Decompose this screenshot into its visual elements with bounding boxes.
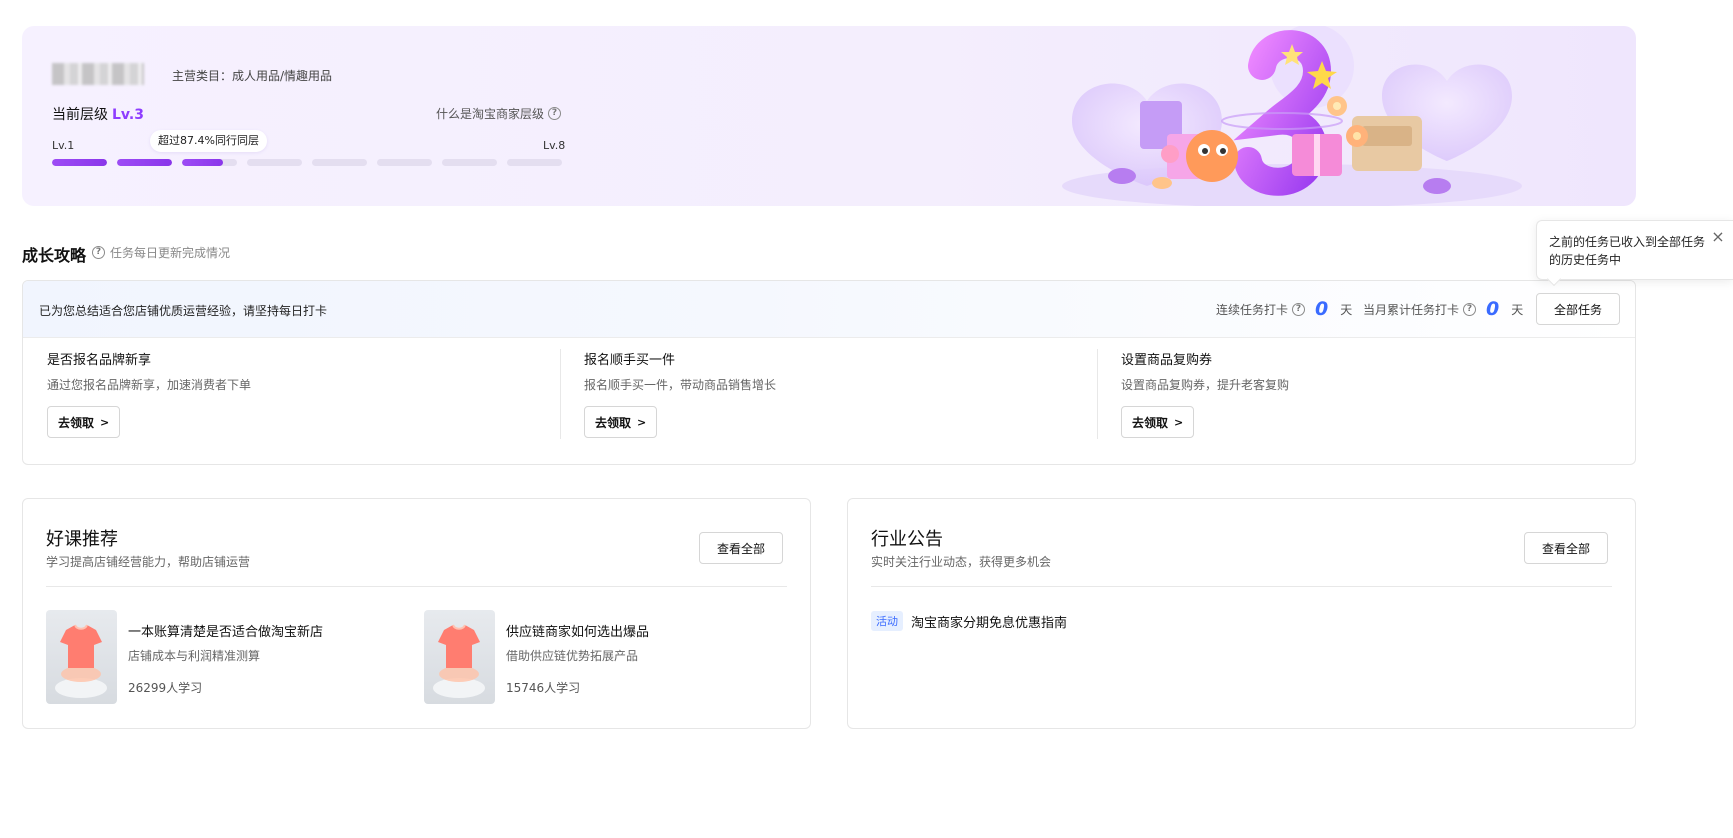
task-desc: 通过您报名品牌新享，加速消费者下单 <box>47 378 252 392</box>
question-icon[interactable]: ? <box>92 246 105 259</box>
task-item: 是否报名品牌新享 通过您报名品牌新享，加速消费者下单 去领取 > <box>47 349 547 438</box>
level-banner: 主营类目：成人用品/情趣用品 当前层级 Lv.3 什么是淘宝商家层级 ? Lv.1… <box>22 26 1636 206</box>
level-segment-7 <box>442 159 497 166</box>
claim-button[interactable]: 去领取 > <box>47 406 121 438</box>
course-info: 一本账算清楚是否适合做淘宝新店 店铺成本与利润精准测算 26299人学习 <box>128 610 388 705</box>
chevron-right-icon: > <box>637 415 647 429</box>
tshirt-icon <box>433 624 485 698</box>
task-card-header: 已为您总结适合您店铺优质运营经验，请坚持每日打卡 连续任务打卡 ? 0 天 当月… <box>23 281 1635 338</box>
course-thumbnail <box>46 610 117 704</box>
panel-subtitle: 学习提高店铺经营能力，帮助店铺运营 <box>46 555 251 569</box>
claim-label: 去领取 <box>58 415 95 430</box>
what-is-level-link[interactable]: 什么是淘宝商家层级 ? <box>436 105 562 122</box>
view-all-button[interactable]: 查看全部 <box>1524 532 1608 564</box>
level-segment-6 <box>377 159 432 166</box>
tshirt-icon <box>55 624 107 698</box>
popover-text: 之前的任务已收入到全部任务的历史任务中 <box>1549 235 1706 267</box>
task-intro-text: 已为您总结适合您店铺优质运营经验，请坚持每日打卡 <box>39 304 328 318</box>
course-item[interactable]: 一本账算清楚是否适合做淘宝新店 店铺成本与利润精准测算 26299人学习 <box>46 610 388 705</box>
level-max-label: Lv.8 <box>543 139 566 152</box>
level-segment-fill <box>117 159 172 166</box>
shop-name-redacted <box>52 63 144 85</box>
level-segment-8 <box>507 159 562 166</box>
question-icon[interactable]: ? <box>1463 302 1477 316</box>
task-title: 是否报名品牌新享 <box>47 353 152 368</box>
growth-title: 成长攻略 <box>22 246 87 265</box>
level-segment-2 <box>117 159 172 166</box>
streak-unit: 天 <box>1340 302 1353 317</box>
course-title: 供应链商家如何选出爆品 <box>506 625 650 640</box>
course-title: 一本账算清楚是否适合做淘宝新店 <box>128 625 324 640</box>
course-thumbnail <box>424 610 495 704</box>
level-segment-fill <box>52 159 107 166</box>
task-title: 报名顺手买一件 <box>584 353 676 368</box>
monthly-unit: 天 <box>1511 302 1524 317</box>
level-segment-1 <box>52 159 107 166</box>
learner-count: 15746人学习 <box>506 681 581 695</box>
streak-value: 0 <box>1315 298 1329 320</box>
monthly-value: 0 <box>1486 298 1500 320</box>
divider <box>871 586 1612 587</box>
level-progress-bar <box>52 159 562 166</box>
task-desc: 设置商品复购券，提升老客复购 <box>1121 378 1290 392</box>
level-segment-3 <box>182 159 237 166</box>
question-icon: ? <box>548 107 562 120</box>
what-is-level-text: 什么是淘宝商家层级 <box>436 107 545 121</box>
course-panel: 好课推荐 学习提高店铺经营能力，帮助店铺运营 查看全部 一本账算清楚是否适合做淘… <box>22 498 811 729</box>
divider <box>560 349 561 439</box>
current-level: 当前层级 Lv.3 <box>52 104 144 124</box>
claim-label: 去领取 <box>595 415 632 430</box>
main-category: 主营类目：成人用品/情趣用品 <box>172 69 333 83</box>
task-card: 已为您总结适合您店铺优质运营经验，请坚持每日打卡 连续任务打卡 ? 0 天 当月… <box>22 280 1636 465</box>
growth-hint: ? 任务每日更新完成情况 <box>92 244 230 261</box>
divider <box>46 586 787 587</box>
announcement-item[interactable]: 活动 淘宝商家分期免息优惠指南 <box>871 611 1067 631</box>
monthly-label: 当月累计任务打卡 <box>1363 302 1460 317</box>
panel-title: 行业公告 <box>871 529 943 550</box>
level-3-illustration <box>1062 26 1522 206</box>
claim-label: 去领取 <box>1132 415 1169 430</box>
claim-button[interactable]: 去领取 > <box>584 406 658 438</box>
task-title: 设置商品复购券 <box>1121 353 1213 368</box>
level-min-label: Lv.1 <box>52 139 75 152</box>
level-segment-5 <box>312 159 367 166</box>
question-icon[interactable]: ? <box>1292 302 1306 316</box>
announcement-tag: 活动 <box>871 611 903 631</box>
course-item[interactable]: 供应链商家如何选出爆品 借助供应链优势拓展产品 15746人学习 <box>424 610 766 705</box>
monthly-checkin: 当月累计任务打卡 ? 0 天 <box>1363 299 1523 319</box>
close-icon[interactable]: × <box>1710 229 1726 245</box>
progress-tooltip: 超过87.4%同行同层 <box>150 130 267 152</box>
course-desc: 店铺成本与利润精准测算 <box>128 649 261 663</box>
chevron-right-icon: > <box>100 415 110 429</box>
announcement-text: 淘宝商家分期免息优惠指南 <box>911 615 1068 631</box>
learner-count: 26299人学习 <box>128 681 203 695</box>
streak-checkin: 连续任务打卡 ? 0 天 <box>1216 299 1352 319</box>
claim-button[interactable]: 去领取 > <box>1121 406 1195 438</box>
level-segment-fill <box>182 159 224 166</box>
course-info: 供应链商家如何选出爆品 借助供应链优势拓展产品 15746人学习 <box>506 610 766 705</box>
history-tasks-popover: 之前的任务已收入到全部任务的历史任务中 × <box>1536 220 1733 280</box>
announcement-panel: 行业公告 实时关注行业动态，获得更多机会 查看全部 活动 淘宝商家分期免息优惠指… <box>847 498 1636 729</box>
view-all-button[interactable]: 查看全部 <box>699 532 783 564</box>
task-item: 设置商品复购券 设置商品复购券，提升老客复购 去领取 > <box>1121 349 1621 438</box>
current-level-value: Lv.3 <box>112 107 144 123</box>
growth-hint-text: 任务每日更新完成情况 <box>110 246 231 260</box>
panel-title: 好课推荐 <box>46 529 118 550</box>
streak-label: 连续任务打卡 <box>1216 302 1289 317</box>
current-level-label: 当前层级 <box>52 107 108 123</box>
level-segment-4 <box>247 159 302 166</box>
task-item: 报名顺手买一件 报名顺手买一件，带动商品销售增长 去领取 > <box>584 349 1084 438</box>
chevron-right-icon: > <box>1174 415 1184 429</box>
course-desc: 借助供应链优势拓展产品 <box>506 649 639 663</box>
panel-subtitle: 实时关注行业动态，获得更多机会 <box>871 555 1052 569</box>
task-desc: 报名顺手买一件，带动商品销售增长 <box>584 378 777 392</box>
all-tasks-button[interactable]: 全部任务 <box>1536 293 1620 325</box>
divider <box>1097 349 1098 439</box>
